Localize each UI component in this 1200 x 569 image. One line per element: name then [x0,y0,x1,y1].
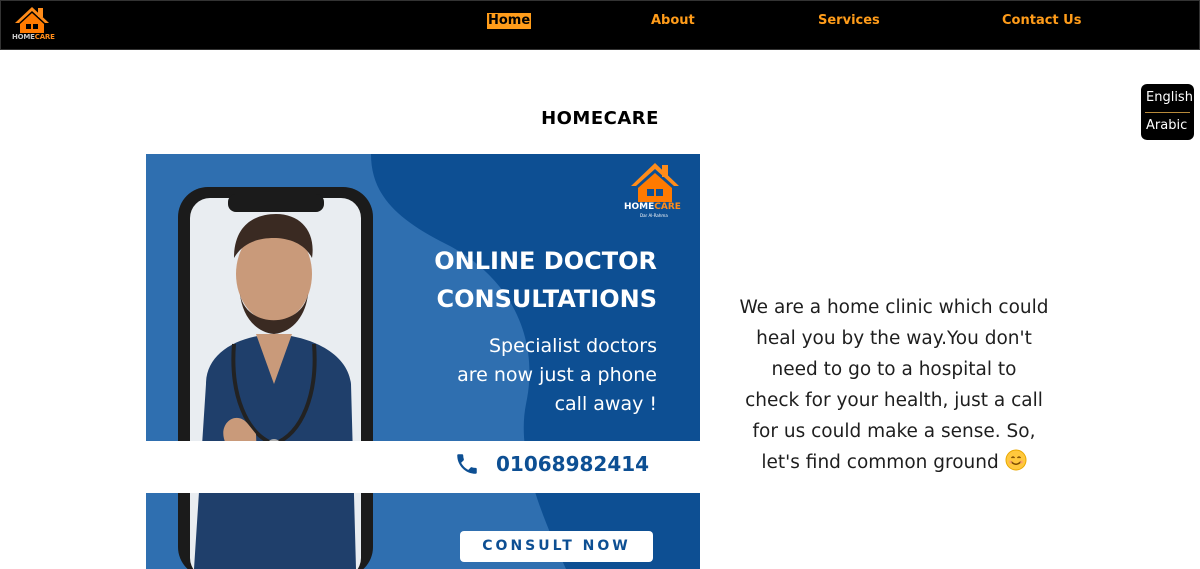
nav-link-services[interactable]: Services [818,13,880,29]
nav-link-home[interactable]: Home [487,13,532,29]
subtext-line-3: call away ! [554,393,657,415]
phone-icon [457,454,477,474]
banner-logo-tagline: Dar Al-Rahma [640,213,668,218]
banner-subtext: Specialist doctors are now just a phone … [417,332,657,419]
smile-emoji-icon [1005,449,1027,471]
about-line-3: need to go to a hospital to [771,359,1017,380]
about-line-1: We are a home clinic which could [739,297,1049,318]
logo-text-home: HOME [12,33,35,41]
subtext-line-1: Specialist doctors [488,335,657,357]
nav-logo-wordmark: HOMECARE [12,33,55,41]
about-line-4: check for your health, just a call [745,390,1043,411]
about-line-2: heal you by the way.You don't [756,328,1032,349]
nav-link-about[interactable]: About [651,13,695,29]
banner-logo-wordmark: HOMECARE [624,202,681,212]
banner-logo-text-care: CARE [654,202,681,212]
consult-now-button[interactable]: CONSULT NOW [460,531,653,562]
nav-link-contact-us[interactable]: Contact Us [1002,13,1081,29]
phone-number[interactable]: 01068982414 [496,450,649,478]
consultation-banner: HOMECARE Dar Al-Rahma ONLINE DOCTOR CONS… [146,154,700,569]
headline-line-2: CONSULTATIONS [436,285,658,313]
subtext-line-2: are now just a phone [457,364,657,386]
headline-line-1: ONLINE DOCTOR [434,247,657,275]
logo-text-care: CARE [34,33,55,41]
page-title: HOMECARE [541,108,659,129]
about-line-6: let's find common ground [761,452,999,473]
top-navbar: HOMECARE Home About Services Contact Us [0,0,1200,50]
banner-logo-text-home: HOME [624,202,655,212]
about-description: We are a home clinic which could heal yo… [714,292,1074,478]
about-line-6-wrap: let's find common ground [714,447,1074,478]
language-option-english[interactable]: English [1146,89,1193,107]
banner-headline: ONLINE DOCTOR CONSULTATIONS [434,242,657,318]
about-line-5: for us could make a sense. So, [752,421,1036,442]
